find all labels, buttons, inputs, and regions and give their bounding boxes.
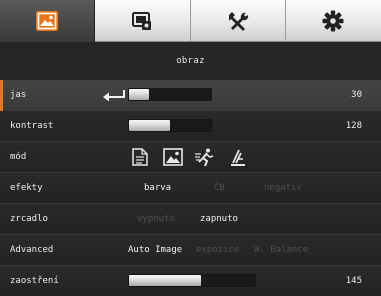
brightness-slider[interactable] bbox=[128, 88, 212, 101]
osd-menu: obraz jas 30 kontrast 128 mód efekty bar… bbox=[0, 0, 381, 296]
advanced-option-auto-image[interactable]: Auto Image bbox=[128, 235, 182, 266]
contrast-label: kontrast bbox=[10, 121, 54, 131]
document-icon[interactable] bbox=[132, 148, 148, 166]
page-title: obraz bbox=[0, 42, 381, 80]
enter-icon bbox=[103, 90, 125, 101]
contrast-slider-fill bbox=[129, 120, 170, 131]
row-mode[interactable]: mód bbox=[0, 142, 381, 173]
brightness-label: jas bbox=[10, 90, 27, 100]
brightness-slider-fill bbox=[129, 89, 149, 100]
mirror-option-off[interactable]: vypnuto bbox=[137, 204, 175, 235]
row-effects[interactable]: efekty barva ČB negativ bbox=[0, 173, 381, 204]
tab-image[interactable] bbox=[0, 0, 96, 42]
focus-label: zaostření bbox=[10, 276, 59, 286]
brightness-value: 30 bbox=[351, 90, 362, 100]
tab-camera-settings[interactable] bbox=[95, 0, 191, 42]
settings-list: jas 30 kontrast 128 mód efekty barva ČB … bbox=[0, 80, 381, 296]
effect-option-negative[interactable]: negativ bbox=[264, 173, 302, 204]
row-contrast[interactable]: kontrast 128 bbox=[0, 111, 381, 142]
image-icon bbox=[36, 11, 59, 31]
row-brightness[interactable]: jas 30 bbox=[0, 80, 381, 111]
focus-slider-fill bbox=[129, 275, 201, 286]
advanced-option-exposure[interactable]: expozice bbox=[196, 235, 239, 266]
advanced-option-white-balance[interactable]: W. Balance bbox=[254, 235, 308, 266]
graph-icon[interactable] bbox=[230, 148, 246, 167]
effects-label: efekty bbox=[10, 183, 43, 193]
focus-value: 145 bbox=[345, 276, 362, 286]
tools-icon bbox=[228, 11, 248, 31]
tab-settings[interactable] bbox=[285, 0, 381, 42]
picture-icon[interactable] bbox=[163, 148, 183, 166]
row-mirror[interactable]: zrcadlo vypnuto zapnuto bbox=[0, 204, 381, 235]
row-advanced[interactable]: Advanced Auto Image expozice W. Balance bbox=[0, 235, 381, 266]
focus-slider[interactable] bbox=[128, 274, 256, 287]
camera-settings-icon bbox=[132, 11, 152, 30]
tab-bar bbox=[0, 0, 381, 42]
mirror-label: zrcadlo bbox=[10, 214, 48, 224]
effect-option-color[interactable]: barva bbox=[144, 173, 171, 204]
advanced-label: Advanced bbox=[10, 245, 54, 255]
mirror-option-on[interactable]: zapnuto bbox=[200, 204, 238, 235]
contrast-value: 128 bbox=[345, 121, 362, 131]
effect-option-bw[interactable]: ČB bbox=[214, 173, 225, 204]
contrast-slider[interactable] bbox=[128, 119, 212, 132]
gear-icon bbox=[322, 10, 344, 31]
mode-label: mód bbox=[10, 152, 27, 162]
row-focus[interactable]: zaostření 145 bbox=[0, 266, 381, 296]
motion-icon[interactable] bbox=[195, 148, 215, 167]
tab-tools[interactable] bbox=[190, 0, 286, 42]
